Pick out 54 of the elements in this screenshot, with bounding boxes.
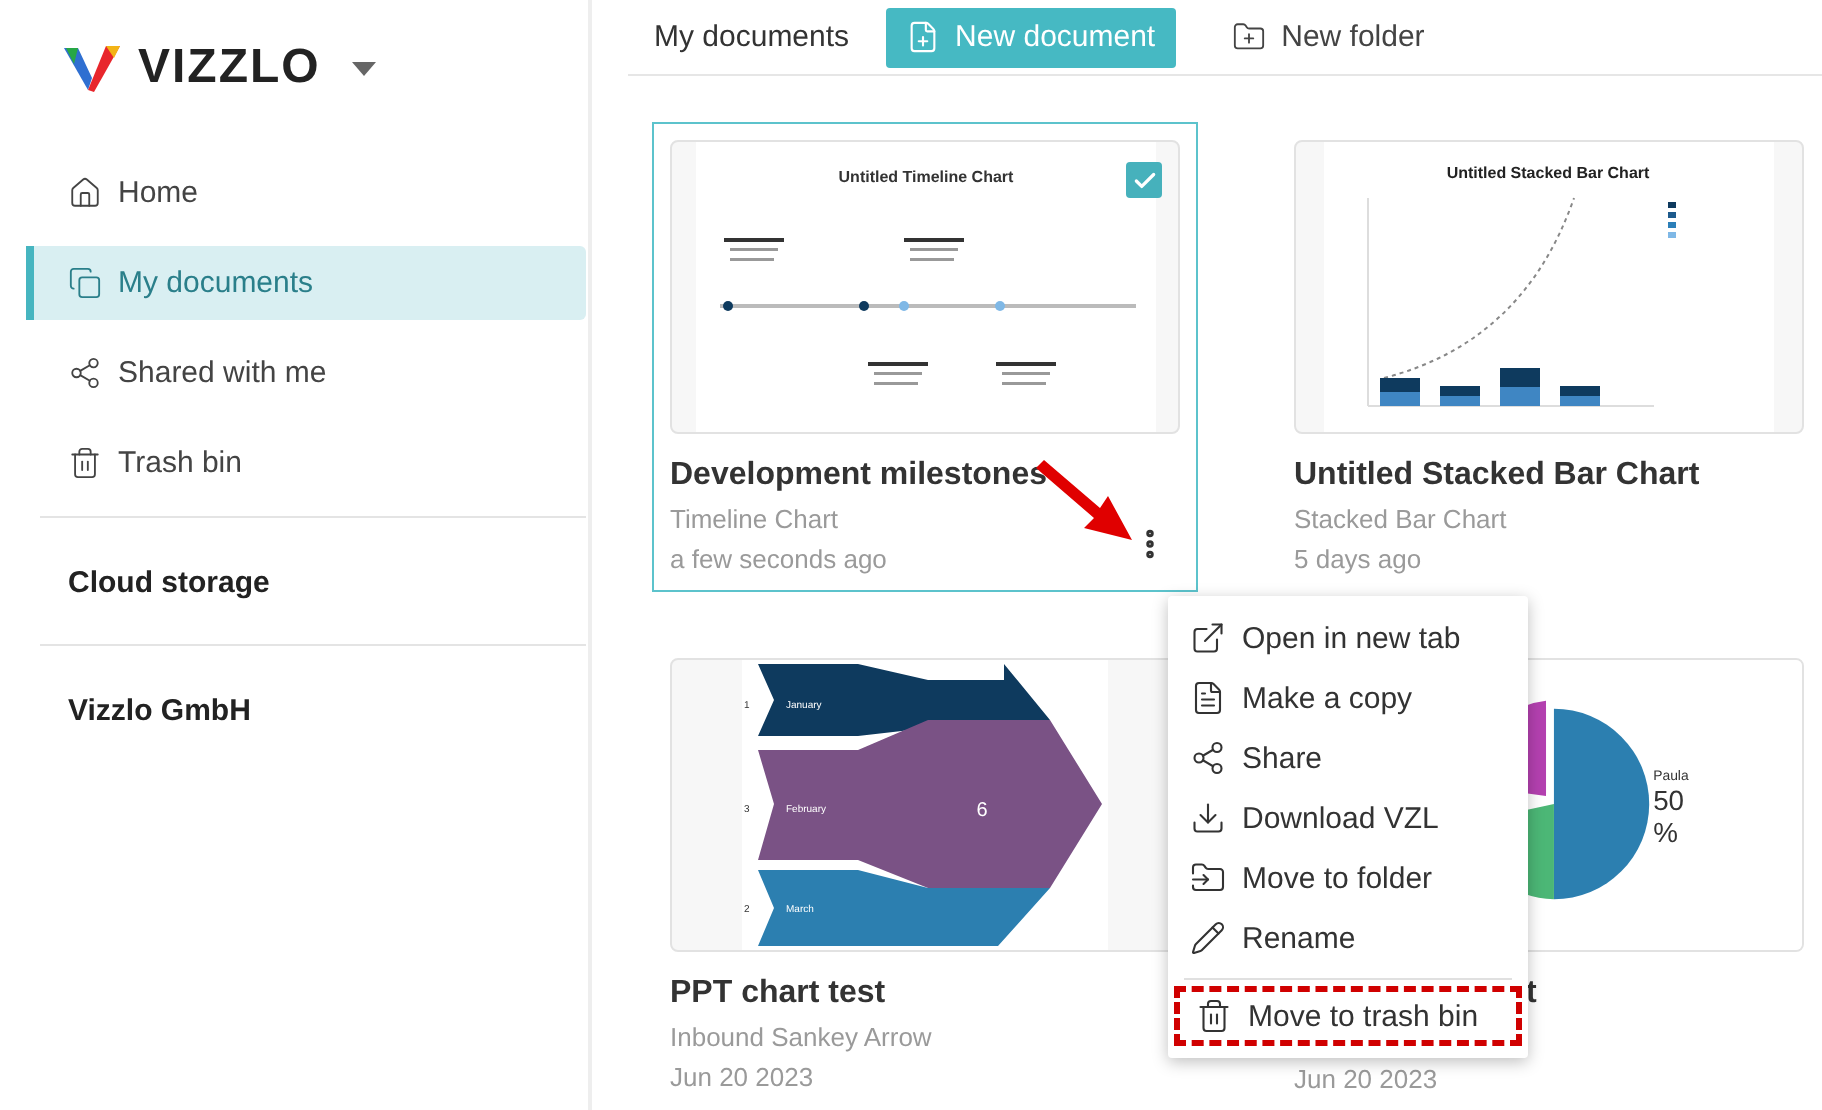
menu-item[interactable]: Make a copy xyxy=(1174,668,1522,728)
home-icon xyxy=(68,176,102,210)
trash-icon xyxy=(68,446,102,480)
document-type: Stacked Bar Chart xyxy=(1294,504,1509,534)
menu-item[interactable]: Share xyxy=(1174,728,1522,788)
document-card[interactable]: Untitled Timeline Chart Development milestones Timeline Chart a few seconds ago xyxy=(652,122,1198,592)
chart-bar xyxy=(1500,368,1540,406)
external-link-icon xyxy=(1190,620,1226,656)
chart-bar xyxy=(1380,378,1420,406)
sidebar-item[interactable]: Shared with me xyxy=(26,336,586,410)
download-icon xyxy=(1190,800,1226,836)
document-card[interactable]: Untitled Stacked Bar Chart Untitled Stacked Bar Chart Stacked Bar Chart 5 days ago xyxy=(1276,122,1822,592)
timeline-chart-drawing: Untitled Timeline Chart xyxy=(695,142,1155,432)
stacked-bar-chart-drawing: Untitled Stacked Bar Chart xyxy=(1324,142,1774,432)
document-title[interactable]: Untitled Stacked Bar Chart xyxy=(1294,458,1804,494)
add-folder-icon xyxy=(1231,20,1266,54)
document-date: Jun 20 2023 xyxy=(1294,1064,1440,1094)
document-icon xyxy=(1190,680,1226,716)
menu-item[interactable]: Rename xyxy=(1174,908,1522,968)
sidebar-section[interactable]: Vizzlo GmbH xyxy=(26,646,588,772)
chart-bar xyxy=(1440,386,1480,406)
document-type: Timeline Chart xyxy=(670,504,841,534)
share-icon xyxy=(1190,740,1226,776)
chart-bar xyxy=(1560,386,1600,406)
trash-icon xyxy=(1196,998,1232,1034)
brand-name: VIZZLO xyxy=(138,40,321,96)
folder-icon xyxy=(1190,860,1226,896)
pencil-icon xyxy=(1190,920,1226,956)
timeline-point xyxy=(994,301,1004,311)
document-date: 5 days ago xyxy=(1294,544,1424,574)
logo-icon xyxy=(62,42,122,94)
menu-item[interactable]: Open in new tab xyxy=(1174,608,1522,668)
documents-icon xyxy=(68,266,102,300)
document-date: a few seconds ago xyxy=(670,544,889,574)
check-icon xyxy=(1131,167,1157,193)
share-icon xyxy=(68,356,102,390)
timeline-point xyxy=(898,301,908,311)
sidebar-item[interactable]: Trash bin xyxy=(26,426,586,500)
caret-icon[interactable] xyxy=(352,61,377,75)
menu-item[interactable]: Move to trash bin xyxy=(1174,986,1522,1046)
sidebar-item[interactable]: Home xyxy=(26,156,586,230)
document-title[interactable]: Development milestones xyxy=(670,458,1180,494)
page-title: My documents xyxy=(654,20,850,54)
timeline-point xyxy=(722,301,732,311)
menu-item[interactable]: Move to folder xyxy=(1174,848,1522,908)
timeline-point xyxy=(858,301,868,311)
add-file-icon xyxy=(905,20,940,54)
sidebar-item[interactable]: My documents xyxy=(26,246,586,320)
sidebar-section[interactable]: Cloud storage xyxy=(26,518,588,644)
checkbox[interactable] xyxy=(1126,162,1162,198)
document-type: Inbound Sankey Arrow xyxy=(670,1022,934,1052)
document-date: Jun 20 2023 xyxy=(670,1062,816,1092)
new-folder-button[interactable]: New folder xyxy=(1211,7,1445,67)
menu-item[interactable]: Download VZL xyxy=(1174,788,1522,848)
